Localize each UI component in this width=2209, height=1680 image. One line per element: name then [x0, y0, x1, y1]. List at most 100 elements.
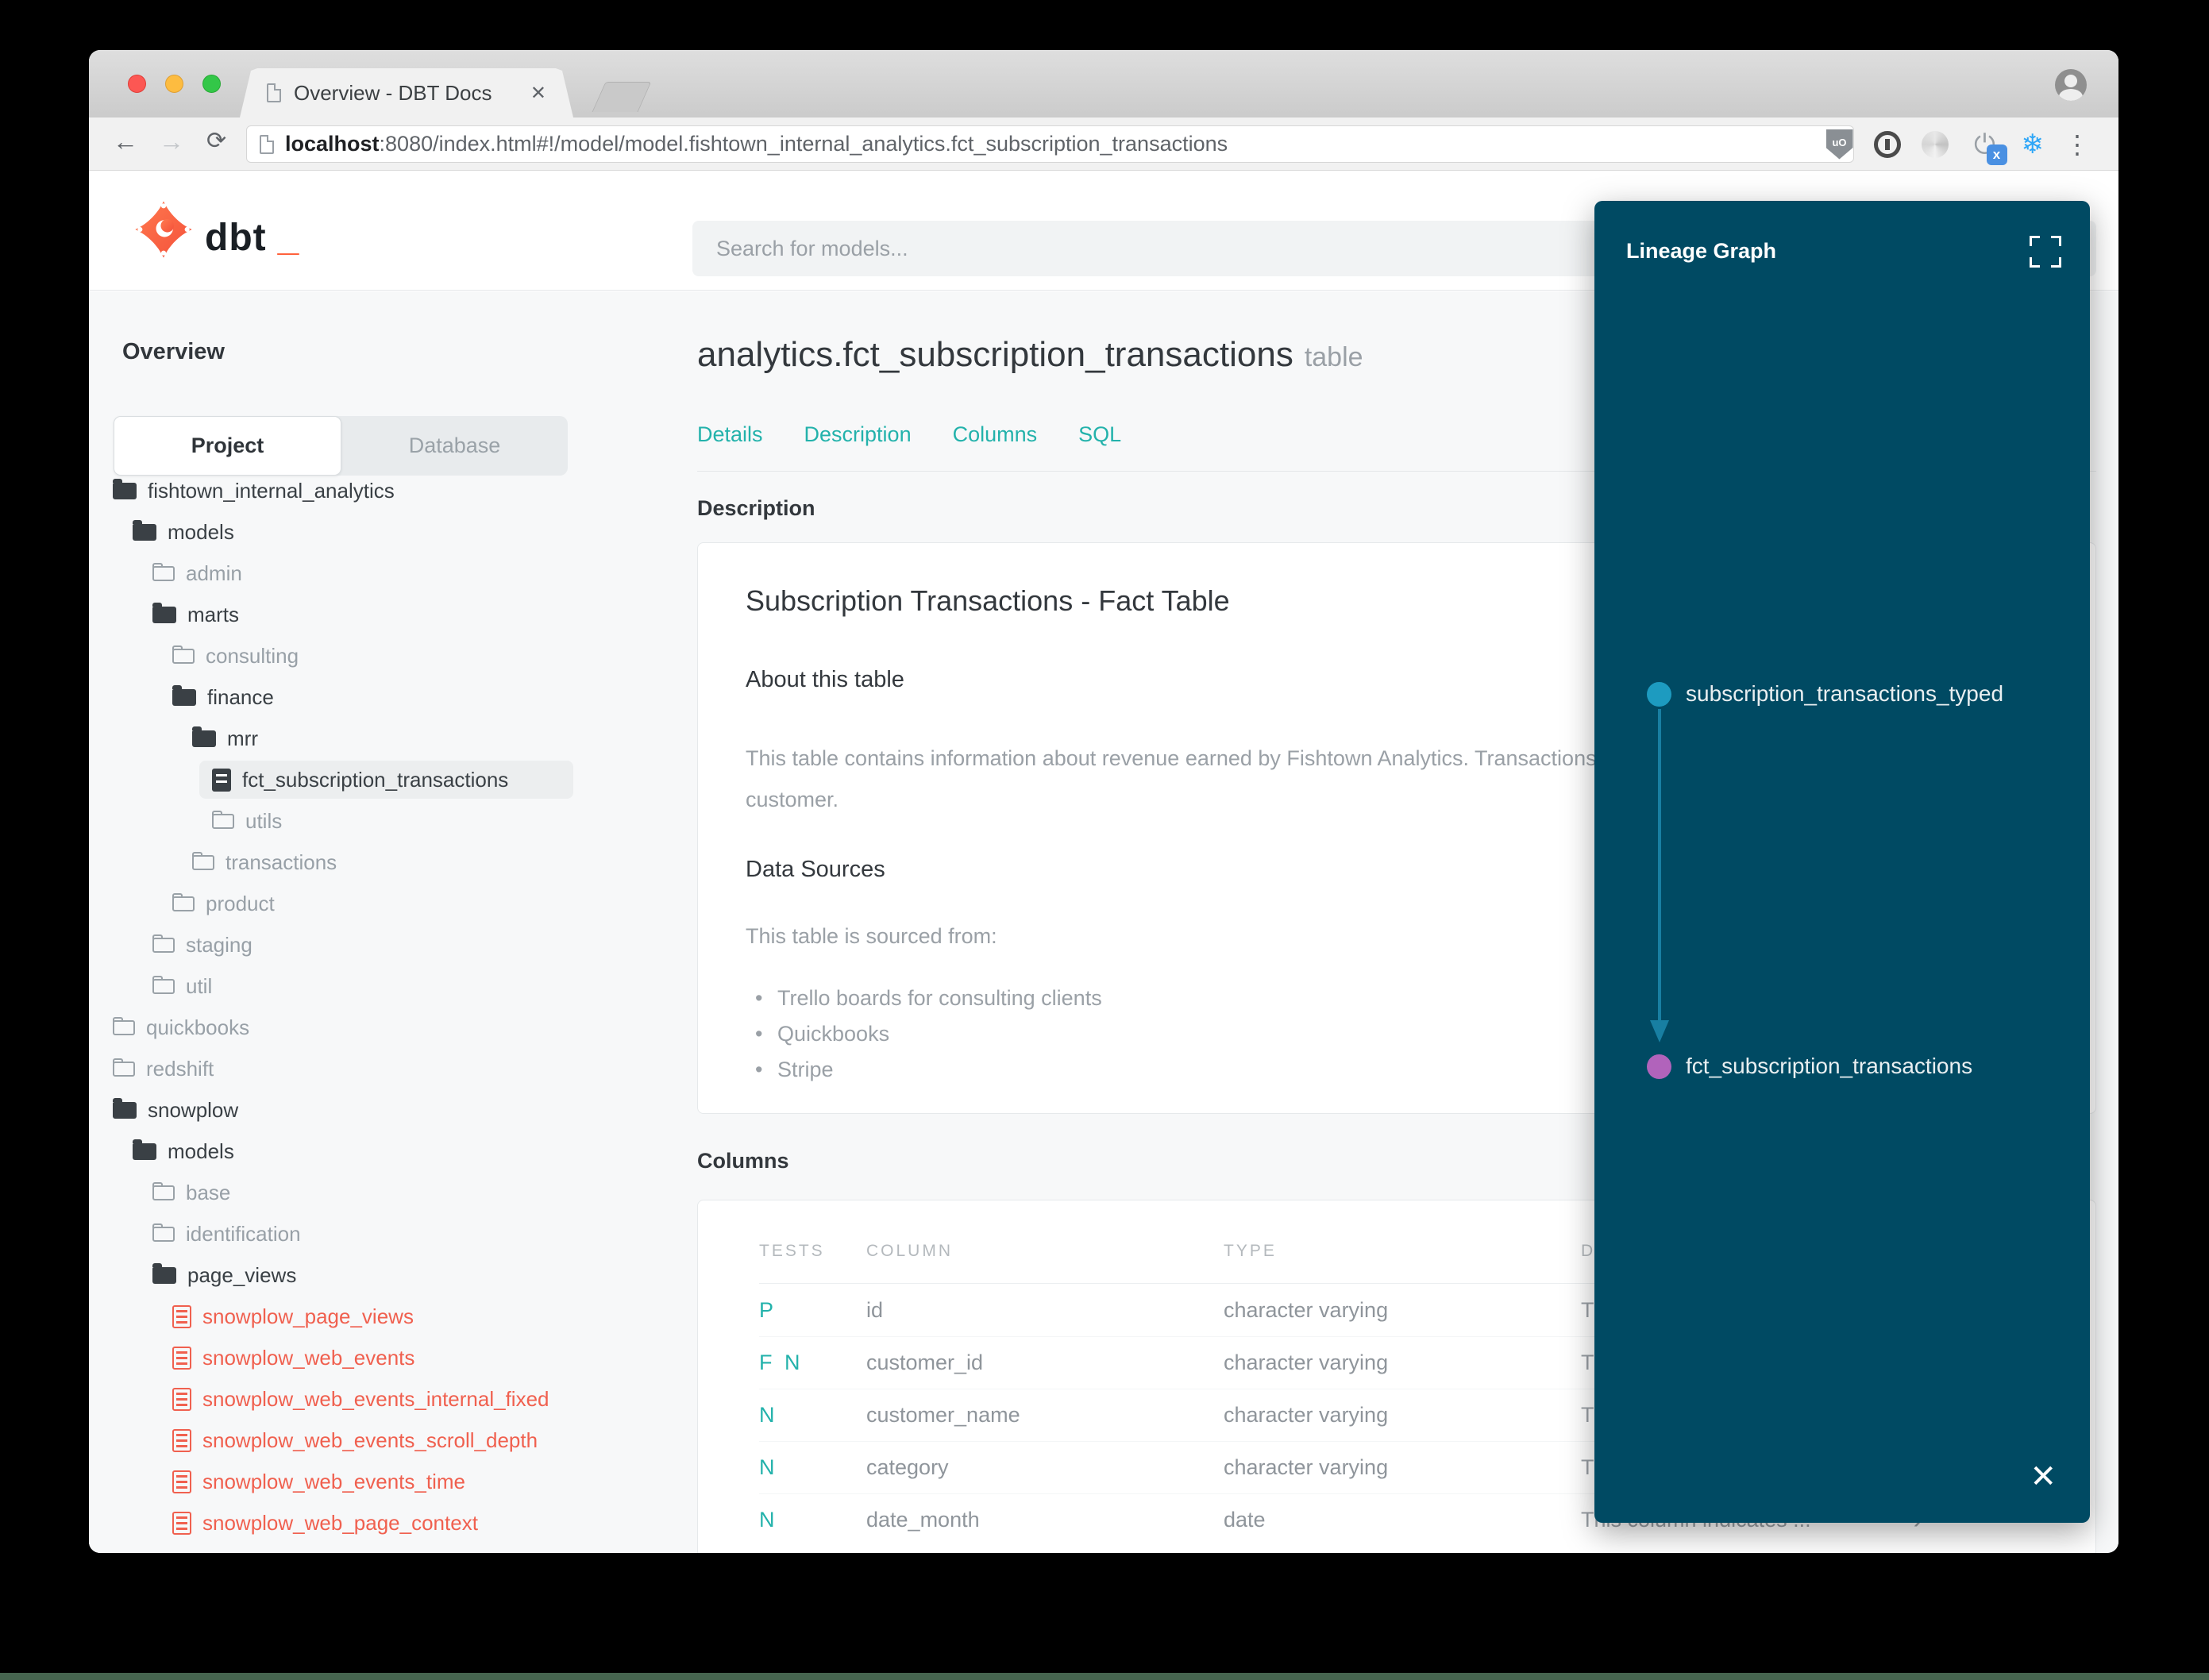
lineage-graph-title: Lineage Graph — [1626, 239, 1777, 263]
tree-item-transactions[interactable]: transactions — [89, 842, 691, 883]
tree-item-fishtown_internal_analytics[interactable]: fishtown_internal_analytics — [89, 470, 691, 511]
sidebar: Overview Project Database fishtown_inter… — [89, 291, 691, 1553]
tree-item-identification[interactable]: identification — [89, 1213, 691, 1254]
address-bar[interactable]: localhost:8080/index.html#!/model/model.… — [246, 125, 1854, 163]
extension-swirl-icon[interactable] — [1921, 130, 1949, 158]
profile-avatar-icon[interactable] — [2055, 69, 2087, 101]
tree-item-util[interactable]: util — [89, 965, 691, 1007]
folder-closed-icon — [152, 1223, 175, 1242]
node-dot — [1647, 1054, 1671, 1079]
nav-details[interactable]: Details — [697, 422, 763, 447]
titlebar: Overview - DBT Docs ✕ — [89, 50, 2118, 118]
folder-open-icon — [152, 602, 176, 623]
tests-cell: F N — [759, 1351, 804, 1374]
column-cell: customer_id — [866, 1351, 984, 1374]
back-button[interactable]: ← — [113, 127, 138, 156]
model-file-icon — [212, 768, 231, 792]
tree-item-snowplow_web_page_context[interactable]: snowplow_web_page_context — [89, 1502, 691, 1543]
tab-project[interactable]: Project — [114, 416, 341, 476]
tree-item-quickbooks[interactable]: quickbooks — [89, 1007, 691, 1048]
folder-open-icon — [113, 1097, 137, 1119]
column-cell: category — [866, 1455, 949, 1479]
type-cell: character varying — [1224, 1297, 1389, 1322]
power-extension-icon[interactable]: ⏻ x — [1969, 129, 2007, 165]
badge-x-icon: x — [1986, 144, 2007, 165]
sidebar-tabs: Project Database — [114, 416, 568, 476]
tests-cell: P — [759, 1297, 777, 1322]
tree-item-utils[interactable]: utils — [89, 800, 691, 842]
tab-title: Overview - DBT Docs — [294, 80, 492, 105]
type-cell: character varying — [1224, 1351, 1389, 1374]
tree-item-fct_subscription_transactions[interactable]: fct_subscription_transactions — [89, 759, 691, 800]
dbt-logo-icon — [135, 201, 192, 258]
tree-item-snowplow[interactable]: snowplow — [89, 1089, 691, 1131]
tree-item-finance[interactable]: finance — [89, 676, 691, 718]
dbt-logo[interactable]: dbt _ — [133, 199, 299, 260]
page-title: analytics.fct_subscription_transactions t… — [697, 335, 1363, 374]
tree-item-snowplow_web_events_time[interactable]: snowplow_web_events_time — [89, 1461, 691, 1502]
toolbar: ← → ⟳ localhost:8080/index.html#!/model/… — [89, 118, 2118, 171]
tree-item-staging[interactable]: staging — [89, 924, 691, 965]
node-dot — [1647, 681, 1671, 707]
tree-item-consulting[interactable]: consulting — [89, 635, 691, 676]
file-tree: fishtown_internal_analytics models admin… — [89, 470, 691, 1543]
tree-item-product[interactable]: product — [89, 883, 691, 924]
close-window-button[interactable] — [128, 75, 146, 93]
ublock-icon[interactable]: uO — [1825, 129, 1853, 160]
browser-tab[interactable]: Overview - DBT Docs ✕ — [240, 68, 573, 118]
model-file-error-icon — [172, 1304, 191, 1328]
tests-cell: N — [759, 1508, 778, 1532]
folder-closed-icon — [152, 934, 175, 953]
folder-closed-icon — [172, 645, 195, 664]
lineage-edge-arrow — [1650, 709, 1669, 1042]
folder-open-icon — [113, 478, 137, 499]
model-file-error-icon — [172, 1470, 191, 1493]
maximize-window-button[interactable] — [202, 75, 221, 93]
tree-item-admin[interactable]: admin — [89, 553, 691, 594]
minimize-window-button[interactable] — [165, 75, 183, 93]
lineage-node-subscription_transactions_typed[interactable]: subscription_transactions_typed — [1647, 681, 2003, 707]
column-cell: id — [866, 1297, 884, 1322]
folder-closed-icon — [192, 851, 214, 870]
tab-close-icon[interactable]: ✕ — [530, 82, 546, 105]
section-nav: Details Description Columns SQL — [697, 422, 1121, 447]
tree-item-snowplow_page_views[interactable]: snowplow_page_views — [89, 1296, 691, 1337]
folder-closed-icon — [113, 1058, 135, 1077]
folder-open-icon — [152, 1262, 176, 1284]
sidebar-title: Overview — [122, 339, 225, 364]
tree-item-base[interactable]: base — [89, 1172, 691, 1213]
type-cell: character varying — [1224, 1455, 1389, 1479]
nav-sql[interactable]: SQL — [1078, 422, 1121, 447]
folder-closed-icon — [152, 975, 175, 994]
tab-database[interactable]: Database — [341, 416, 568, 476]
columns-section-label: Columns — [697, 1149, 789, 1173]
col-header-column: COLUMN — [866, 1242, 954, 1260]
tree-item-snowplow_web_events[interactable]: snowplow_web_events — [89, 1337, 691, 1378]
new-tab-button[interactable] — [592, 82, 652, 112]
close-icon[interactable]: ✕ — [2030, 1461, 2057, 1493]
tree-item-snowplow_web_events_internal_fixed[interactable]: snowplow_web_events_internal_fixed — [89, 1378, 691, 1420]
tree-item-page_views[interactable]: page_views — [89, 1254, 691, 1296]
fullscreen-icon[interactable] — [2030, 236, 2061, 268]
tree-item-models[interactable]: models — [89, 1131, 691, 1172]
url-path: :8080/index.html#!/model/model.fishtown_… — [379, 132, 1228, 156]
url-text: localhost:8080/index.html#!/model/model.… — [285, 132, 1228, 156]
tree-item-mrr[interactable]: mrr — [89, 718, 691, 759]
lineage-node-fct_subscription_transactions[interactable]: fct_subscription_transactions — [1647, 1054, 1972, 1079]
tree-item-models[interactable]: models — [89, 511, 691, 553]
model-file-error-icon — [172, 1346, 191, 1370]
reload-button[interactable]: ⟳ — [206, 127, 226, 155]
snowflake-icon[interactable]: ❄ — [2022, 129, 2045, 160]
password-manager-icon[interactable] — [1873, 130, 1901, 158]
nav-columns[interactable]: Columns — [953, 422, 1038, 447]
tree-item-redshift[interactable]: redshift — [89, 1048, 691, 1089]
model-file-error-icon — [172, 1428, 191, 1452]
page-icon — [260, 134, 274, 154]
column-cell: date_month — [866, 1508, 980, 1532]
tree-item-marts[interactable]: marts — [89, 594, 691, 635]
type-cell: date — [1224, 1508, 1266, 1532]
tree-item-snowplow_web_events_scroll_depth[interactable]: snowplow_web_events_scroll_depth — [89, 1420, 691, 1461]
browser-menu-icon[interactable]: ⋮ — [2064, 129, 2090, 160]
dbt-logo-underscore: _ — [277, 217, 299, 259]
nav-description[interactable]: Description — [804, 422, 912, 447]
